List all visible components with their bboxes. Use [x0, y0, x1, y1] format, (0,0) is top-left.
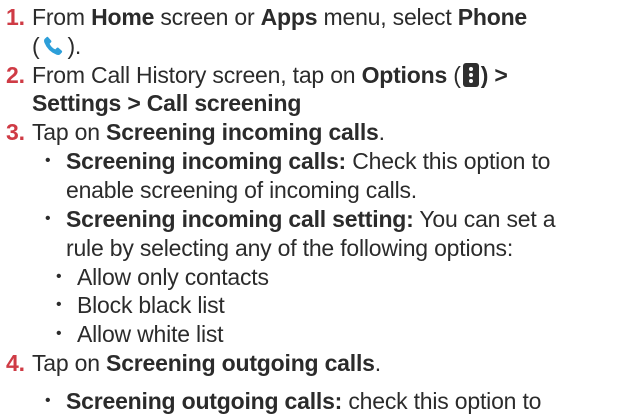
bullet-icon: •	[56, 268, 62, 285]
phone-icon	[41, 34, 65, 58]
step-text: From Call History screen, tap on Options…	[32, 62, 508, 88]
step-text: Tap on Screening incoming calls.	[32, 119, 385, 145]
screening-incoming-label: Screening incoming calls	[106, 119, 379, 145]
more-options-icon	[462, 63, 479, 87]
settings-path: Settings > Call screening	[32, 90, 302, 116]
bullet-icon: •	[56, 296, 62, 313]
bullet-icon: •	[45, 392, 51, 409]
home-label: Home	[91, 4, 155, 30]
step-text: Tap on Screening outgoing calls.	[32, 350, 381, 376]
step-number: 3.	[6, 119, 25, 145]
options-label: Options	[361, 62, 448, 88]
screening-outgoing-label: Screening outgoing calls	[106, 350, 375, 376]
instruction-list: 1. From Home screen or Apps menu, select…	[6, 4, 556, 414]
apps-label: Apps	[260, 4, 318, 30]
phone-label: Phone	[457, 4, 528, 30]
step-text: From Home screen or Apps menu, select Ph…	[32, 4, 528, 30]
bullet-icon: •	[45, 210, 51, 227]
step-number: 1.	[6, 4, 25, 30]
step-number: 2.	[6, 62, 25, 88]
step-number: 4.	[6, 350, 25, 376]
bullet-icon: •	[56, 325, 62, 342]
bullet-icon: •	[45, 152, 51, 169]
